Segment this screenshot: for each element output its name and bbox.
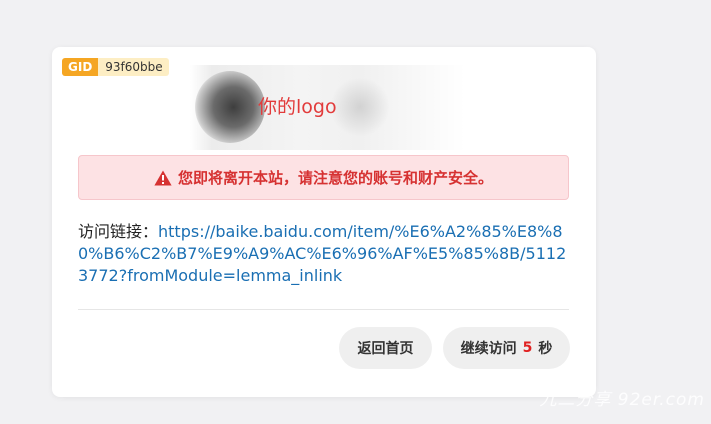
- back-home-label: 返回首页: [357, 341, 414, 357]
- redirect-card: GID 93f60bbe 你的logo 您即将离开本站，请注意您的账号和财产安全…: [52, 47, 596, 397]
- continue-label: 继续访问: [460, 341, 517, 357]
- leave-site-warning: 您即将离开本站，请注意您的账号和财产安全。: [78, 155, 569, 200]
- target-link-block: 访问链接：https://baike.baidu.com/item/%E6%A2…: [78, 221, 572, 287]
- seconds-unit: 秒: [538, 341, 553, 357]
- logo-text: 你的logo: [258, 96, 337, 118]
- watermark: 九二分享 92er.com: [539, 390, 705, 410]
- site-logo: 你的logo: [190, 65, 465, 150]
- countdown-seconds: 5: [522, 340, 533, 356]
- back-home-button[interactable]: 返回首页: [339, 327, 432, 369]
- link-label: 访问链接：: [78, 222, 159, 241]
- gid-label: GID: [62, 58, 99, 76]
- divider: [78, 309, 569, 310]
- warning-message: 您即将离开本站，请注意您的账号和财产安全。: [177, 169, 493, 187]
- warning-triangle-icon: [154, 170, 172, 185]
- gid-badge: GID 93f60bbe: [62, 58, 169, 76]
- logo-blur-shape: [195, 71, 265, 143]
- logo-blur-shape-secondary: [330, 77, 390, 137]
- gid-value: 93f60bbe: [98, 58, 169, 76]
- continue-visit-button[interactable]: 继续访问 5 秒: [443, 327, 570, 369]
